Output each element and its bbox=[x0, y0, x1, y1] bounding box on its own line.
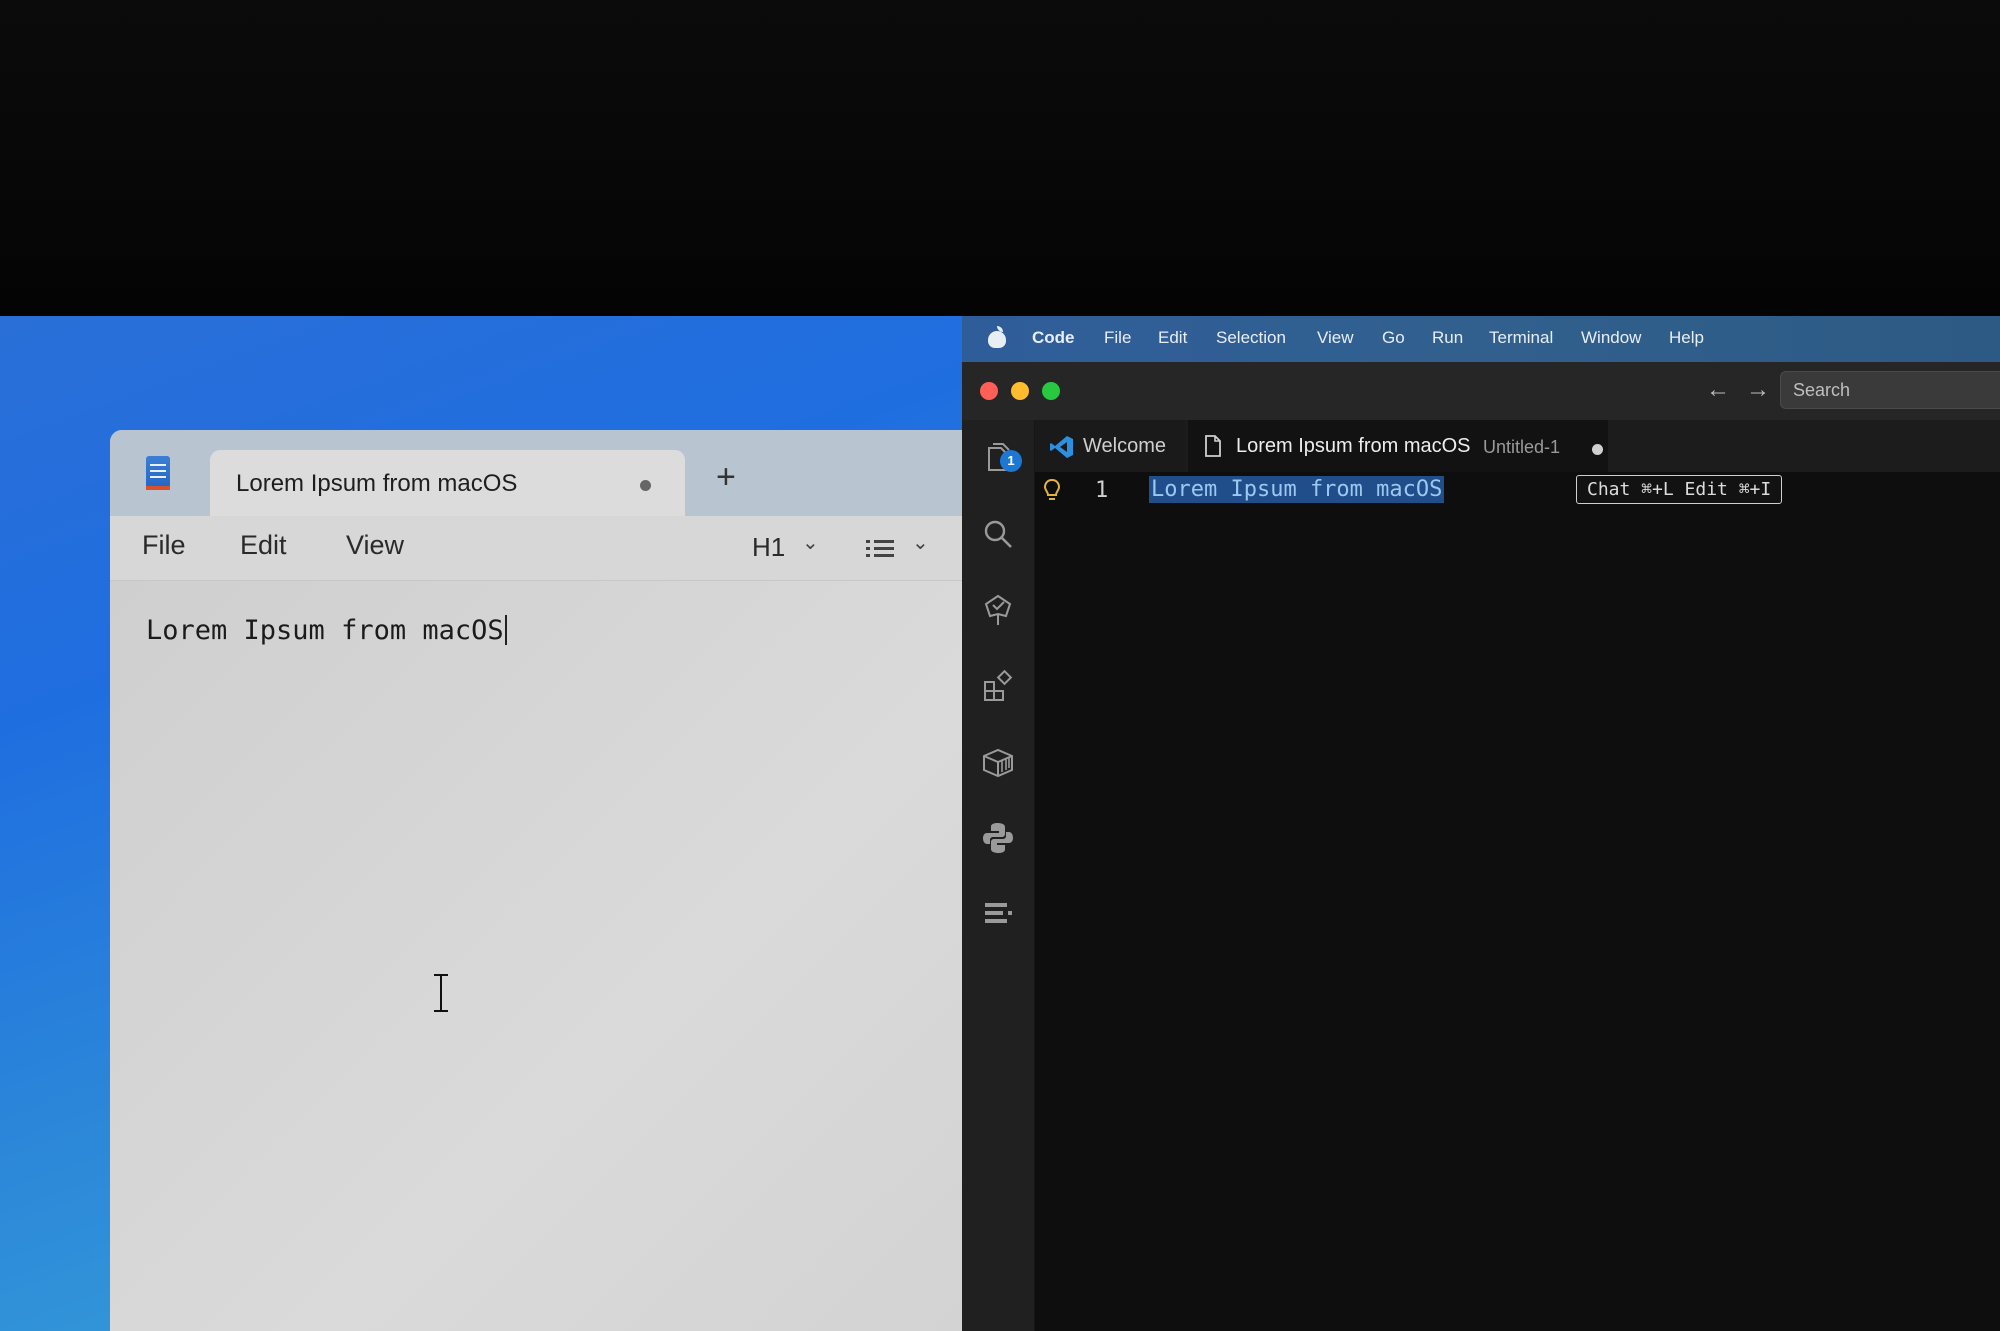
new-tab-button[interactable]: + bbox=[716, 460, 736, 494]
notepad-text: Lorem Ipsum from macOS bbox=[146, 615, 504, 646]
extensions-icon[interactable] bbox=[980, 668, 1016, 704]
explorer-badge: 1 bbox=[1000, 450, 1022, 472]
python-icon[interactable] bbox=[980, 820, 1016, 856]
vscode-title-bar: ← → Search bbox=[962, 362, 2000, 421]
notepad-menu-bar: File Edit View H1 ⌄ ⌄ bbox=[110, 516, 962, 581]
activity-bar: 1 bbox=[962, 420, 1035, 1331]
tab-welcome[interactable]: Welcome bbox=[1035, 420, 1185, 472]
notepad-window: Lorem Ipsum from macOS + File Edit View … bbox=[110, 430, 962, 1331]
window-minimize-button[interactable] bbox=[1011, 382, 1029, 400]
chevron-down-icon[interactable]: ⌄ bbox=[802, 530, 819, 555]
menu-file[interactable]: File bbox=[1104, 328, 1131, 348]
menu-selection[interactable]: Selection bbox=[1216, 328, 1286, 348]
unsaved-dot-icon[interactable] bbox=[640, 480, 651, 491]
nav-forward-button[interactable]: → bbox=[1746, 376, 1770, 404]
lightbulb-icon[interactable] bbox=[1043, 478, 1061, 504]
chevron-down-icon[interactable]: ⌄ bbox=[912, 530, 929, 555]
notepad-editor[interactable]: Lorem Ipsum from macOS bbox=[110, 581, 962, 1331]
notepad-text-line[interactable]: Lorem Ipsum from macOS bbox=[146, 615, 507, 646]
vscode-logo-icon bbox=[1050, 436, 1073, 458]
menu-view[interactable]: View bbox=[346, 530, 404, 561]
editor-tabs: Welcome Lorem Ipsum from macOS Untitled-… bbox=[1035, 420, 2000, 472]
notepad-app-icon bbox=[146, 456, 170, 490]
menu-help[interactable]: Help bbox=[1669, 328, 1704, 348]
search-icon[interactable] bbox=[980, 516, 1016, 552]
apple-logo-icon[interactable] bbox=[988, 326, 1006, 348]
window-close-button[interactable] bbox=[980, 382, 998, 400]
background-dark bbox=[0, 0, 2000, 316]
selected-code-text[interactable]: Lorem Ipsum from macOS bbox=[1149, 476, 1445, 503]
notepad-tab-bar: Lorem Ipsum from macOS + bbox=[110, 430, 962, 516]
menu-window[interactable]: Window bbox=[1581, 328, 1641, 348]
menu-edit[interactable]: Edit bbox=[240, 530, 287, 561]
command-center-search[interactable]: Search bbox=[1780, 371, 2000, 409]
code-editor[interactable]: 1 Lorem Ipsum from macOS Chat ⌘+L Edit ⌘… bbox=[1035, 472, 2000, 1331]
menu-file[interactable]: File bbox=[142, 530, 186, 561]
outline-icon[interactable] bbox=[980, 896, 1016, 932]
tab-active-subtitle: Untitled-1 bbox=[1483, 437, 1561, 457]
menu-terminal[interactable]: Terminal bbox=[1489, 328, 1553, 348]
tab-welcome-label: Welcome bbox=[1083, 435, 1166, 457]
menu-go[interactable]: Go bbox=[1382, 328, 1405, 348]
search-placeholder: Search bbox=[1793, 380, 1851, 400]
source-control-icon[interactable] bbox=[980, 592, 1016, 628]
tab-untitled-1[interactable]: Lorem Ipsum from macOS Untitled-1 bbox=[1188, 420, 1608, 472]
line-number: 1 bbox=[1095, 478, 1109, 503]
text-cursor-icon bbox=[430, 974, 452, 1012]
heading-select[interactable]: H1 bbox=[752, 532, 785, 563]
menu-edit[interactable]: Edit bbox=[1158, 328, 1187, 348]
window-zoom-button[interactable] bbox=[1042, 382, 1060, 400]
macos-menu-bar: Code File Edit Selection View Go Run Ter… bbox=[962, 316, 2000, 362]
list-icon[interactable] bbox=[866, 540, 894, 558]
nav-back-button[interactable]: ← bbox=[1706, 376, 1730, 404]
remote-explorer-icon[interactable] bbox=[980, 744, 1016, 780]
text-caret bbox=[504, 615, 507, 645]
notepad-tab-title: Lorem Ipsum from macOS bbox=[236, 470, 518, 497]
macos-screen: Code File Edit Selection View Go Run Ter… bbox=[962, 316, 2000, 1331]
menu-app-code[interactable]: Code bbox=[1032, 328, 1075, 348]
tab-active-label: Lorem Ipsum from macOS bbox=[1236, 435, 1471, 457]
menu-view[interactable]: View bbox=[1317, 328, 1354, 348]
inline-chat-hint[interactable]: Chat ⌘+L Edit ⌘+I bbox=[1576, 475, 1783, 504]
unsaved-dot-icon[interactable] bbox=[1592, 444, 1603, 455]
notepad-tab[interactable]: Lorem Ipsum from macOS bbox=[210, 450, 685, 516]
menu-run[interactable]: Run bbox=[1432, 328, 1463, 348]
file-icon bbox=[1205, 435, 1221, 457]
